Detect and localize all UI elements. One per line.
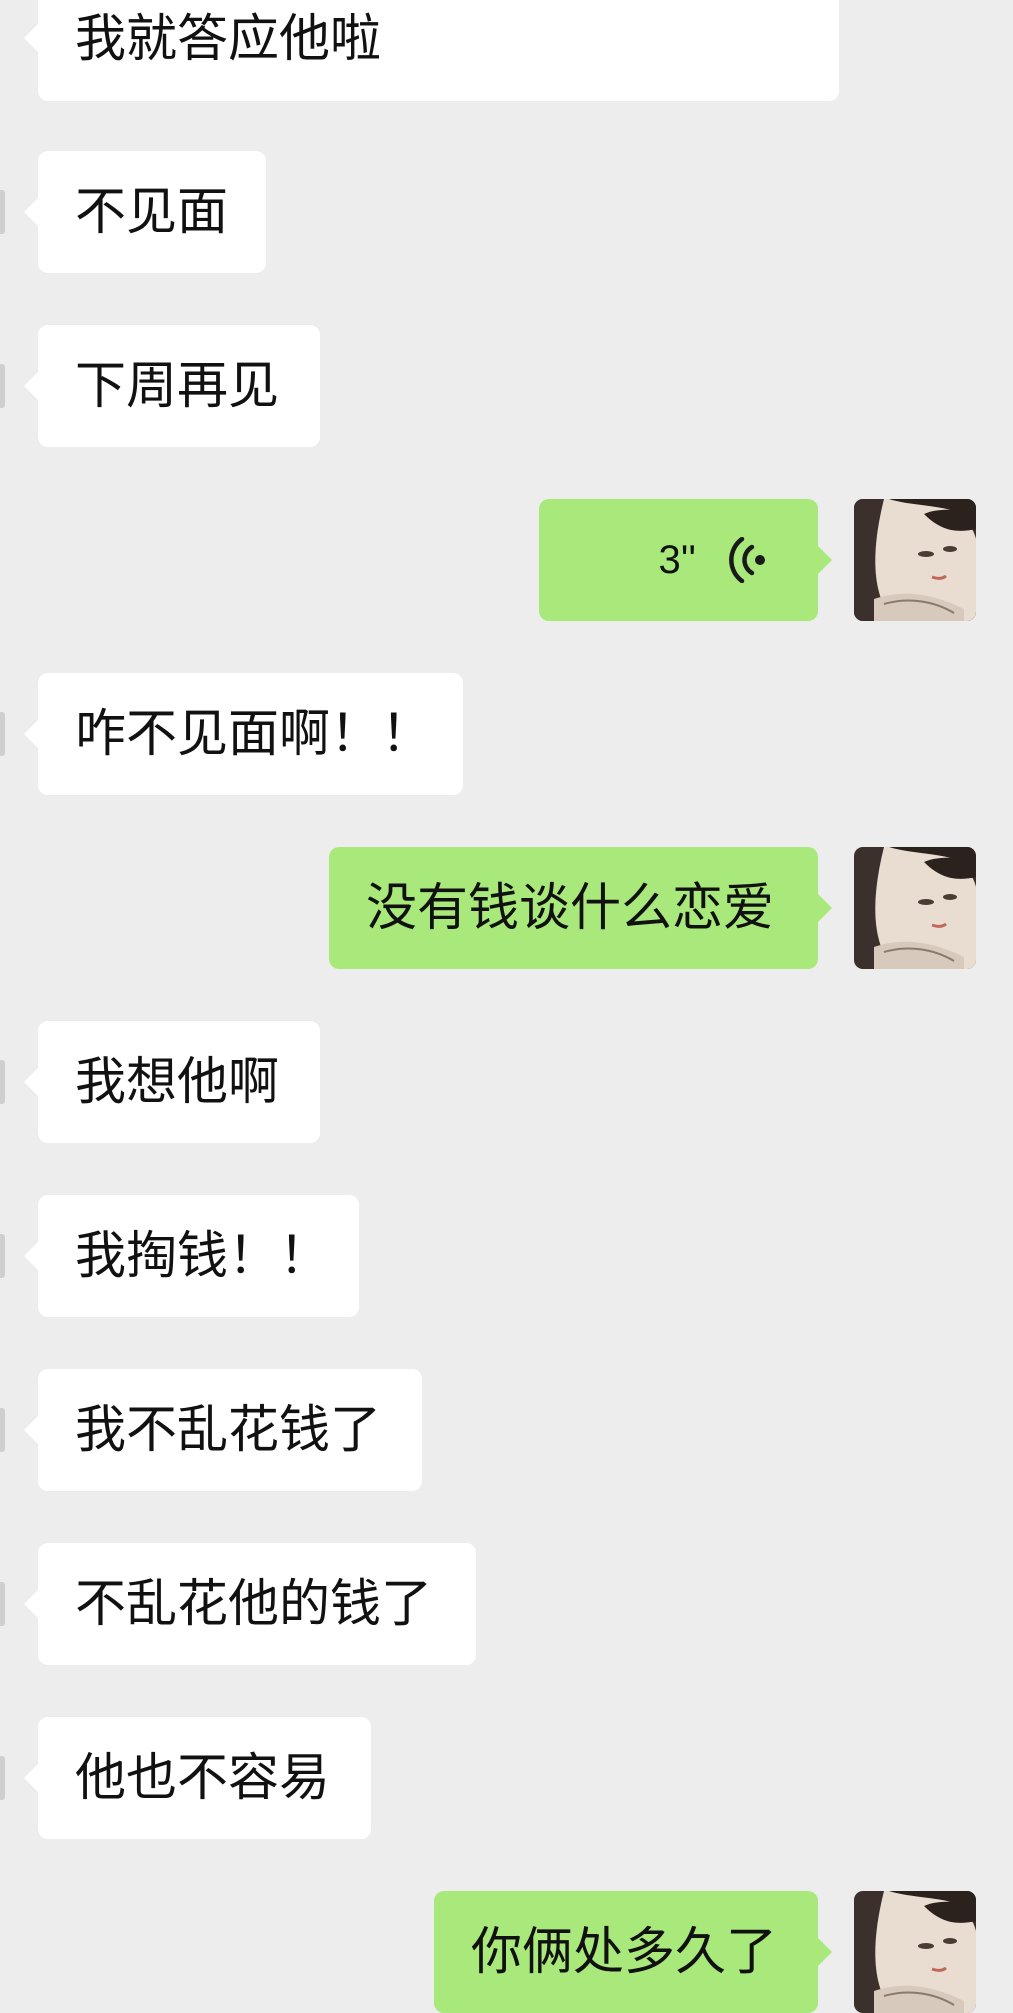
message-text: 不乱花他的钱了 bbox=[75, 1574, 433, 1634]
message-bubble[interactable]: 不见面 bbox=[24, 151, 266, 273]
illustrated-girl-avatar-icon bbox=[854, 499, 976, 621]
message-bubble[interactable]: 咋不见面啊！！ bbox=[24, 673, 463, 795]
message-text: 咋不见面啊！！ bbox=[75, 704, 433, 764]
my-avatar[interactable] bbox=[854, 499, 976, 621]
sender-avatar-edge[interactable] bbox=[0, 190, 5, 234]
message-bubble[interactable]: 下周再见 bbox=[24, 325, 320, 447]
message-text: 我想他啊 bbox=[75, 1052, 280, 1112]
message-text: 下周再见 bbox=[75, 356, 280, 416]
my-avatar[interactable] bbox=[854, 847, 976, 969]
message-incoming: 我就答应他啦 bbox=[0, 0, 1013, 101]
message-text: 我掏钱！！ bbox=[75, 1226, 331, 1286]
message-text: 不见面 bbox=[75, 182, 229, 242]
voice-duration: 3'' bbox=[658, 538, 696, 582]
sender-avatar-edge[interactable] bbox=[0, 1060, 5, 1104]
message-bubble[interactable]: 不乱花他的钱了 bbox=[24, 1543, 476, 1665]
message-bubble[interactable]: 你俩处多久了 bbox=[434, 1891, 832, 2013]
voice-message-bubble[interactable]: 3'' bbox=[539, 499, 832, 621]
chat-message-list[interactable]: 我就答应他啦 不见面 下周再见 3'' 咋不见面啊！！ 没有钱谈什么恋爱 我想他… bbox=[0, 0, 1013, 2013]
message-bubble[interactable]: 没有钱谈什么恋爱 bbox=[329, 847, 832, 969]
sender-avatar-edge[interactable] bbox=[0, 1408, 5, 1452]
sender-avatar-edge[interactable] bbox=[0, 364, 5, 408]
message-bubble[interactable]: 他也不容易 bbox=[24, 1717, 371, 1839]
message-bubble[interactable]: 我想他啊 bbox=[24, 1021, 320, 1143]
sender-avatar-edge[interactable] bbox=[0, 712, 5, 756]
message-bubble[interactable]: 我不乱花钱了 bbox=[24, 1369, 422, 1491]
message-text: 你俩处多久了 bbox=[471, 1922, 778, 1982]
message-text: 我不乱花钱了 bbox=[75, 1400, 382, 1460]
sender-avatar-edge[interactable] bbox=[0, 1234, 5, 1278]
voice-wave-icon bbox=[729, 537, 765, 583]
sender-avatar-edge[interactable] bbox=[0, 1756, 5, 1800]
message-text: 他也不容易 bbox=[75, 1748, 331, 1808]
message-bubble[interactable]: 我掏钱！！ bbox=[24, 1195, 359, 1317]
message-bubble[interactable]: 我就答应他啦 bbox=[24, 0, 839, 101]
illustrated-girl-avatar-icon bbox=[854, 847, 976, 969]
sender-avatar-edge[interactable] bbox=[0, 1582, 5, 1626]
my-avatar[interactable] bbox=[854, 1891, 976, 2013]
message-text: 我就答应他啦 bbox=[75, 9, 382, 69]
message-text: 没有钱谈什么恋爱 bbox=[366, 878, 775, 938]
illustrated-girl-avatar-icon bbox=[854, 1891, 976, 2013]
